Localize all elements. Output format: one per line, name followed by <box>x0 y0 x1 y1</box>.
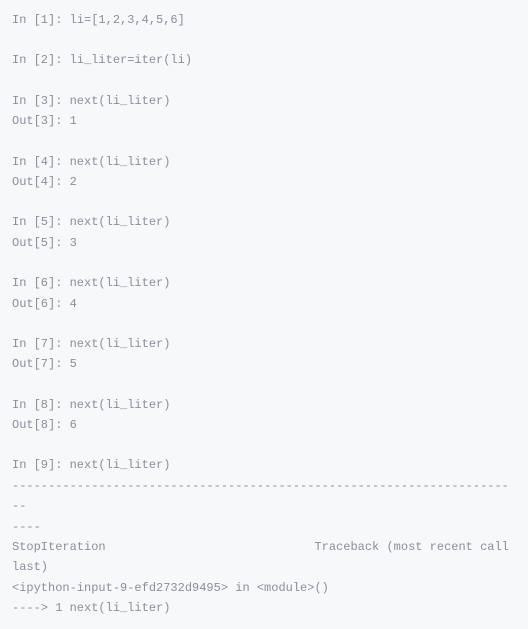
traceback-line: StopIteration Traceback (most recent cal… <box>12 537 516 557</box>
output-line: Out[4]: 2 <box>12 172 516 192</box>
output-line: Out[6]: 4 <box>12 294 516 314</box>
cell-block: In [3]: next(li_liter)Out[3]: 1 <box>12 91 516 132</box>
traceback-line: <ipython-input-9-efd2732d9495> in <modul… <box>12 578 516 598</box>
cell-block: In [4]: next(li_liter)Out[4]: 2 <box>12 152 516 193</box>
output-line: Out[7]: 5 <box>12 354 516 374</box>
cell-block: In [2]: li_liter=iter(li) <box>12 50 516 70</box>
traceback-line: ----------------------------------------… <box>12 476 516 517</box>
cell-block: In [9]: next(li_liter)------------------… <box>12 455 516 618</box>
input-line: In [6]: next(li_liter) <box>12 273 516 293</box>
traceback-line: ----> 1 next(li_liter) <box>12 598 516 618</box>
input-line: In [3]: next(li_liter) <box>12 91 516 111</box>
input-line: In [8]: next(li_liter) <box>12 395 516 415</box>
input-line: In [4]: next(li_liter) <box>12 152 516 172</box>
input-line: In [1]: li=[1,2,3,4,5,6] <box>12 10 516 30</box>
cell-block: In [1]: li=[1,2,3,4,5,6] <box>12 10 516 30</box>
traceback-line: ---- <box>12 517 516 537</box>
cell-block: In [6]: next(li_liter)Out[6]: 4 <box>12 273 516 314</box>
cell-block: In [5]: next(li_liter)Out[5]: 3 <box>12 212 516 253</box>
cell-block: In [7]: next(li_liter)Out[7]: 5 <box>12 334 516 375</box>
input-line: In [7]: next(li_liter) <box>12 334 516 354</box>
input-line: In [5]: next(li_liter) <box>12 212 516 232</box>
input-line: In [2]: li_liter=iter(li) <box>12 50 516 70</box>
input-line: In [9]: next(li_liter) <box>12 455 516 475</box>
code-output-container: In [1]: li=[1,2,3,4,5,6] In [2]: li_liter… <box>12 10 516 619</box>
cell-block: In [8]: next(li_liter)Out[8]: 6 <box>12 395 516 436</box>
output-line: Out[5]: 3 <box>12 233 516 253</box>
output-line: Out[8]: 6 <box>12 415 516 435</box>
output-line: Out[3]: 1 <box>12 111 516 131</box>
